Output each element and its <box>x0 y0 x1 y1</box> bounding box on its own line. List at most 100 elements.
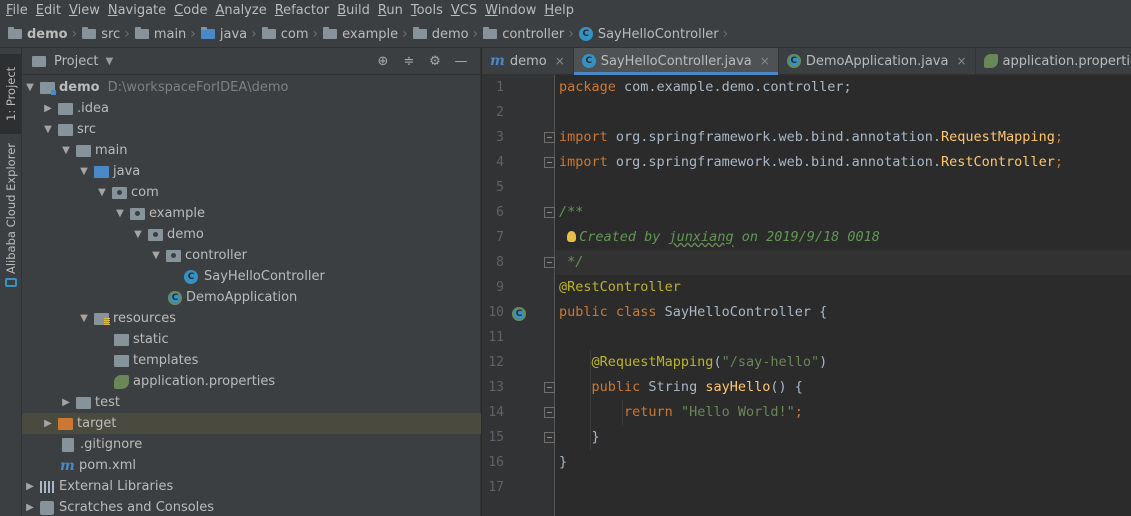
breadcrumb-demo[interactable]: demo › <box>8 26 82 42</box>
package-icon <box>323 27 338 39</box>
tree-item-gitignore[interactable]: .gitignore <box>22 434 481 455</box>
chevron-down-icon[interactable]: ▼ <box>42 124 54 135</box>
tree-item-test[interactable]: ▶ test <box>22 392 481 413</box>
menu-analyze[interactable]: Analyze <box>211 3 270 18</box>
tree-item-controller[interactable]: ▼ controller <box>22 245 481 266</box>
tree-item-application-properties[interactable]: application.properties <box>22 371 481 392</box>
tree-item-idea[interactable]: ▶ .idea <box>22 98 481 119</box>
chevron-down-icon[interactable]: ▼ <box>105 56 113 67</box>
close-icon[interactable]: × <box>555 54 565 68</box>
tree-item-scratches[interactable]: ▶ Scratches and Consoles <box>22 497 481 516</box>
chevron-right-icon: › <box>568 26 574 42</box>
tab-demo[interactable]: m demo × <box>482 48 574 74</box>
project-view-selector[interactable]: Project <box>54 54 98 69</box>
editor-gutter[interactable]: 1 2 3 4 5 6 7 8 9 10 11 12 13 14 15 16 1… <box>482 75 555 516</box>
chevron-down-icon[interactable]: ▼ <box>114 208 126 219</box>
code-line: @RestController <box>559 279 681 295</box>
chevron-right-icon[interactable]: ▶ <box>42 418 54 429</box>
tree-item-target[interactable]: ▶ target <box>22 413 481 434</box>
chevron-down-icon[interactable]: ▼ <box>150 250 162 261</box>
menu-run[interactable]: Run <box>374 3 407 18</box>
tree-item-templates[interactable]: templates <box>22 350 481 371</box>
menu-help[interactable]: Help <box>540 3 578 18</box>
breadcrumb-java[interactable]: java › <box>200 26 262 42</box>
chevron-down-icon[interactable]: ▼ <box>24 82 36 93</box>
chevron-right-icon[interactable]: ▶ <box>60 397 72 408</box>
chevron-right-icon[interactable]: ▶ <box>42 103 54 114</box>
chevron-right-icon[interactable]: ▶ <box>24 481 36 492</box>
spring-leaf-icon <box>114 374 129 389</box>
fold-marker-icon[interactable] <box>544 382 555 393</box>
breadcrumb-demo-pkg[interactable]: demo › <box>412 26 483 42</box>
tab-application-properties[interactable]: application.properties × <box>976 48 1131 74</box>
menu-tools[interactable]: Tools <box>407 3 447 18</box>
tree-item-resources[interactable]: ▼ resources <box>22 308 481 329</box>
project-tool-tab[interactable]: 1: Project <box>0 54 22 134</box>
fold-marker-icon[interactable] <box>544 157 555 168</box>
tree-item-pom-xml[interactable]: m pom.xml <box>22 455 481 476</box>
tree-item-external-libraries[interactable]: ▶ External Libraries <box>22 476 481 497</box>
line-number: 3 <box>496 130 504 145</box>
locate-icon[interactable]: ⊕ <box>370 54 396 69</box>
tree-item-demoapplication[interactable]: C DemoApplication <box>22 287 481 308</box>
tree-item-main[interactable]: ▼ main <box>22 140 481 161</box>
breadcrumb-com[interactable]: com › <box>261 26 323 42</box>
chevron-down-icon[interactable]: ▼ <box>78 313 90 324</box>
tree-item-com[interactable]: ▼ com <box>22 182 481 203</box>
fold-marker-icon[interactable] <box>544 432 555 443</box>
chevron-right-icon[interactable]: ▶ <box>24 502 36 513</box>
tree-item-static[interactable]: static <box>22 329 481 350</box>
tab-sayhellocontroller[interactable]: C SayHelloController.java × <box>573 48 779 75</box>
chevron-down-icon[interactable]: ▼ <box>78 166 90 177</box>
lightbulb-icon[interactable] <box>567 231 577 242</box>
tree-item-sayhellocontroller[interactable]: C SayHelloController <box>22 266 481 287</box>
chevron-down-icon[interactable]: ▼ <box>96 187 108 198</box>
menu-navigate[interactable]: Navigate <box>104 3 170 18</box>
spring-leaf-icon <box>983 54 998 68</box>
library-icon <box>40 480 55 493</box>
close-icon[interactable]: × <box>956 54 966 68</box>
menu-view[interactable]: View <box>65 3 104 18</box>
fold-marker-icon[interactable] <box>544 257 555 268</box>
breadcrumb-controller[interactable]: controller › <box>483 26 579 42</box>
folder-icon <box>82 27 97 39</box>
collapse-all-icon[interactable]: ≑ <box>396 54 422 69</box>
breadcrumb-sayhellocontroller[interactable]: C SayHelloController › <box>578 26 733 42</box>
breadcrumb-src[interactable]: src › <box>82 26 135 42</box>
fold-marker-icon[interactable] <box>544 407 555 418</box>
code-line: Created by junxiang on 2019/9/18 0018 <box>556 225 1131 250</box>
chevron-down-icon[interactable]: ▼ <box>60 145 72 156</box>
tree-item-demo-pkg[interactable]: ▼ demo <box>22 224 481 245</box>
package-icon <box>261 27 276 39</box>
chevron-right-icon: › <box>472 26 479 42</box>
tree-item-java[interactable]: ▼ java <box>22 161 481 182</box>
hide-icon[interactable]: — <box>448 54 474 69</box>
fold-marker-icon[interactable] <box>544 132 555 143</box>
fold-marker-icon[interactable] <box>544 207 555 218</box>
menu-file[interactable]: File <box>2 3 32 18</box>
menu-refactor[interactable]: Refactor <box>271 3 334 18</box>
menu-window[interactable]: Window <box>481 3 540 18</box>
tree-item-example[interactable]: ▼ example <box>22 203 481 224</box>
code-area[interactable]: package com.example.demo.controller; imp… <box>556 75 1131 516</box>
breadcrumb-example[interactable]: example › <box>323 26 413 42</box>
tree-item-demo[interactable]: ▼ demo D:\workspaceForIDEA\demo <box>22 77 481 98</box>
menu-code[interactable]: Code <box>170 3 211 18</box>
alibaba-cloud-explorer-tab[interactable]: Alibaba Cloud Explorer <box>0 144 22 275</box>
breadcrumb-main[interactable]: main › <box>134 26 201 42</box>
menu-vcs[interactable]: VCS <box>447 3 481 18</box>
menu-edit[interactable]: Edit <box>32 3 65 18</box>
tree-item-src[interactable]: ▼ src <box>22 119 481 140</box>
close-icon[interactable]: × <box>760 54 770 68</box>
line-number: 5 <box>496 180 504 195</box>
menu-build[interactable]: Build <box>333 3 374 18</box>
spring-bean-icon[interactable]: C <box>512 307 526 321</box>
line-number: 8 <box>496 255 504 270</box>
chevron-down-icon[interactable]: ▼ <box>132 229 144 240</box>
line-number: 15 <box>488 430 504 445</box>
gear-icon[interactable]: ⚙ <box>422 54 448 69</box>
chevron-right-icon: › <box>124 26 130 42</box>
tab-demoapplication[interactable]: C DemoApplication.java × <box>779 48 976 74</box>
